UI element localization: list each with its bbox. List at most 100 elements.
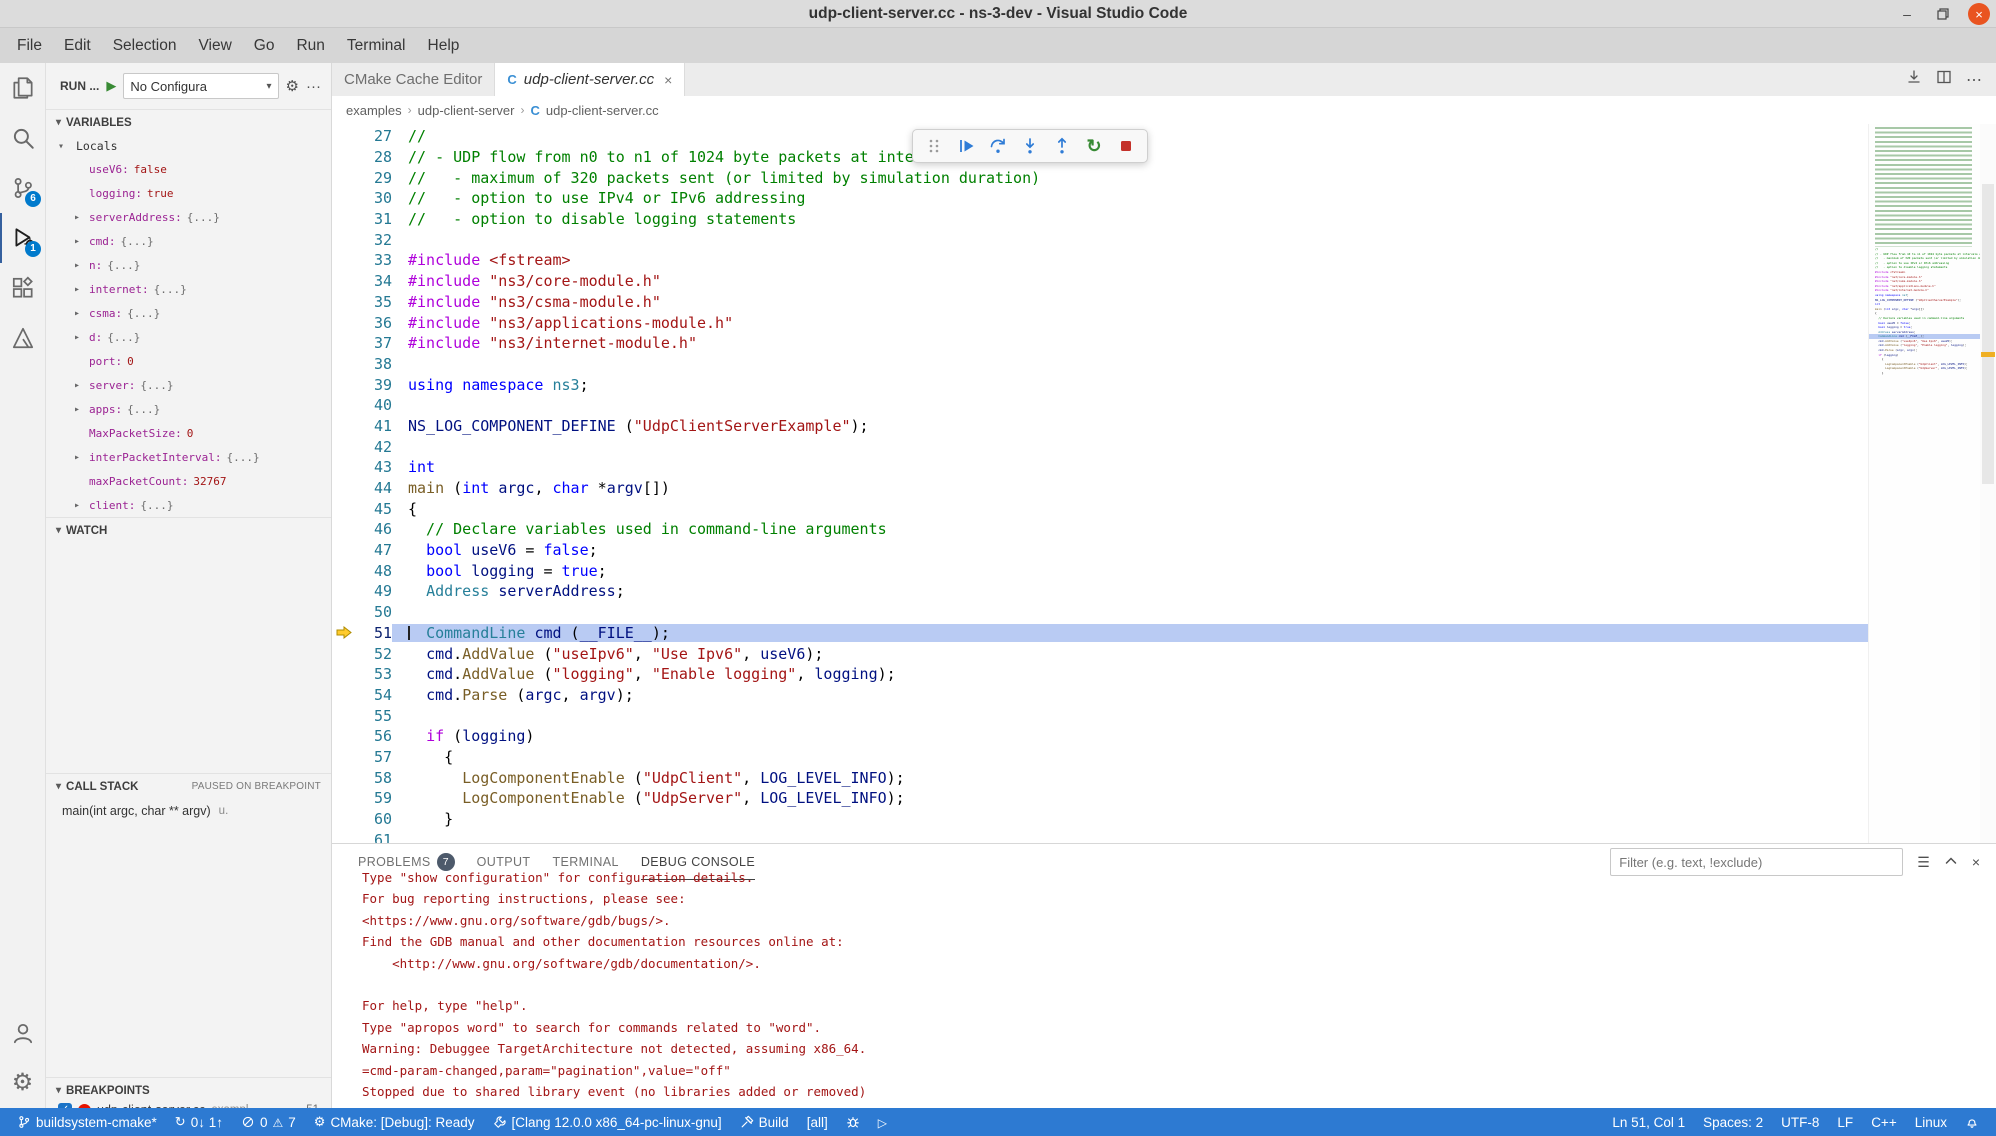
line-content[interactable]: NS_LOG_COMPONENT_DEFINE ("UdpClientServe… [392, 417, 1868, 435]
line-content[interactable]: CommandLine cmd (__FILE__); [392, 624, 1868, 642]
cmake-status[interactable]: ⚙CMake: [Debug]: Ready [307, 1108, 482, 1136]
line-content[interactable]: #include <fstream> [392, 251, 1868, 269]
views-more-icon[interactable]: ··· [306, 78, 321, 95]
line-content[interactable]: int [392, 458, 1868, 476]
line-number[interactable]: 27 [358, 127, 392, 145]
breakpoint-checkbox[interactable]: ✓ [58, 1103, 72, 1108]
variable-row[interactable]: ▸client:{...} [46, 493, 331, 517]
variable-row[interactable]: ▸server:{...} [46, 373, 331, 397]
tab-cmake-cache-editor[interactable]: CMake Cache Editor [332, 63, 495, 96]
notifications-bell[interactable] [1958, 1108, 1986, 1136]
line-content[interactable]: #include "ns3/csma-module.h" [392, 293, 1868, 311]
stop-icon[interactable] [1115, 135, 1137, 157]
line-content[interactable]: LogComponentEnable ("UdpServer", LOG_LEV… [392, 789, 1868, 807]
close-icon[interactable]: × [1968, 3, 1990, 25]
variable-row[interactable]: maxPacketCount:32767 [46, 469, 331, 493]
line-content[interactable]: // - option to use IPv4 or IPv6 addressi… [392, 189, 1868, 207]
menu-file[interactable]: File [6, 28, 53, 63]
restore-icon[interactable] [1932, 3, 1954, 25]
toolbar-drag-handle[interactable] [923, 135, 945, 157]
line-number[interactable]: 33 [358, 251, 392, 269]
chevron-right-icon[interactable]: ▸ [74, 404, 89, 415]
chevron-right-icon[interactable]: ▸ [74, 284, 89, 295]
line-content[interactable]: Address serverAddress; [392, 582, 1868, 600]
line-content[interactable]: // - option to disable logging statement… [392, 210, 1868, 228]
chevron-right-icon[interactable]: ▸ [74, 260, 89, 271]
launch-button[interactable]: ▷ [871, 1108, 894, 1136]
language-mode[interactable]: C++ [1864, 1108, 1904, 1136]
chevron-right-icon[interactable]: ▸ [74, 452, 89, 463]
line-number[interactable]: 61 [358, 831, 392, 843]
line-content[interactable]: bool useV6 = false; [392, 541, 1868, 559]
chevron-right-icon[interactable]: ▸ [74, 500, 89, 511]
variable-row[interactable]: ▸apps:{...} [46, 397, 331, 421]
line-number[interactable]: 57 [358, 748, 392, 766]
encoding[interactable]: UTF-8 [1774, 1108, 1826, 1136]
more-actions-icon[interactable]: ⋯ [1966, 70, 1982, 90]
stack-frame[interactable]: main(int argc, char ** argv) u. [46, 799, 331, 823]
open-changes-icon[interactable] [1906, 69, 1922, 90]
line-number[interactable]: 53 [358, 665, 392, 683]
minimize-icon[interactable]: – [1896, 3, 1918, 25]
breadcrumb-item[interactable]: examples [346, 103, 402, 118]
variable-row[interactable]: port:0 [46, 349, 331, 373]
variables-header[interactable]: ▾ VARIABLES [46, 110, 331, 135]
line-content[interactable]: cmd.AddValue ("useIpv6", "Use Ipv6", use… [392, 645, 1868, 663]
line-content[interactable]: bool logging = true; [392, 562, 1868, 580]
breadcrumb-item[interactable]: udp-client-server [418, 103, 515, 118]
problems-status[interactable]: 0⚠7 [234, 1108, 303, 1136]
step-over-icon[interactable] [987, 135, 1009, 157]
explorer-icon[interactable] [0, 63, 45, 113]
line-number[interactable]: 32 [358, 231, 392, 249]
variable-row[interactable]: useV6:false [46, 157, 331, 181]
line-number[interactable]: 38 [358, 355, 392, 373]
line-content[interactable]: } [392, 810, 1868, 828]
variable-row[interactable]: ▸internet:{...} [46, 277, 331, 301]
restart-icon[interactable]: ↻ [1083, 135, 1105, 157]
line-content[interactable]: #include "ns3/core-module.h" [392, 272, 1868, 290]
variable-row[interactable]: logging:true [46, 181, 331, 205]
line-number[interactable]: 40 [358, 396, 392, 414]
editor-scrollbar[interactable] [1980, 124, 1996, 843]
chevron-right-icon[interactable]: ▸ [74, 380, 89, 391]
line-content[interactable]: // Declare variables used in command-lin… [392, 520, 1868, 538]
run-debug-icon[interactable]: 1 [0, 213, 45, 263]
line-number[interactable]: 28 [358, 148, 392, 166]
cursor-position[interactable]: Ln 51, Col 1 [1605, 1108, 1692, 1136]
menu-go[interactable]: Go [243, 28, 286, 63]
line-number[interactable]: 59 [358, 789, 392, 807]
line-number[interactable]: 49 [358, 582, 392, 600]
variable-row[interactable]: ▸d:{...} [46, 325, 331, 349]
debug-console-output[interactable]: Type "show configuration" for configurat… [332, 867, 1996, 1108]
line-content[interactable]: cmd.AddValue ("logging", "Enable logging… [392, 665, 1868, 683]
account-icon[interactable] [0, 1008, 45, 1058]
cmake-icon[interactable] [0, 313, 45, 363]
variable-row[interactable]: ▸cmd:{...} [46, 229, 331, 253]
extensions-icon[interactable] [0, 263, 45, 313]
chevron-right-icon[interactable]: ▸ [74, 236, 89, 247]
scrollbar-slider[interactable] [1982, 184, 1994, 484]
line-content[interactable]: if (logging) [392, 727, 1868, 745]
source-control-icon[interactable]: 6 [0, 163, 45, 213]
breakpoint-row[interactable]: ✓ udp-client-server.cc exampl... 51 [46, 1103, 331, 1108]
settings-gear-icon[interactable]: ⚙ [0, 1058, 45, 1108]
line-content[interactable]: cmd.Parse (argc, argv); [392, 686, 1868, 704]
indentation[interactable]: Spaces: 2 [1696, 1108, 1770, 1136]
line-number[interactable]: 43 [358, 458, 392, 476]
start-debugging-icon[interactable]: ▶ [106, 78, 116, 94]
menu-help[interactable]: Help [417, 28, 471, 63]
menu-edit[interactable]: Edit [53, 28, 102, 63]
line-content[interactable]: { [392, 500, 1868, 518]
eol[interactable]: LF [1830, 1108, 1860, 1136]
step-out-icon[interactable] [1051, 135, 1073, 157]
remote-os[interactable]: Linux [1908, 1108, 1954, 1136]
sync-status[interactable]: ↻0↓ 1↑ [168, 1108, 230, 1136]
kit-status[interactable]: [Clang 12.0.0 x86_64-pc-linux-gnu] [486, 1108, 729, 1136]
step-into-icon[interactable] [1019, 135, 1041, 157]
menu-view[interactable]: View [187, 28, 242, 63]
debug-config-dropdown[interactable]: No Configura ▾ [123, 73, 278, 99]
line-number[interactable]: 35 [358, 293, 392, 311]
line-number[interactable]: 29 [358, 169, 392, 187]
line-number[interactable]: 41 [358, 417, 392, 435]
configure-gear-icon[interactable]: ⚙ [286, 77, 299, 95]
